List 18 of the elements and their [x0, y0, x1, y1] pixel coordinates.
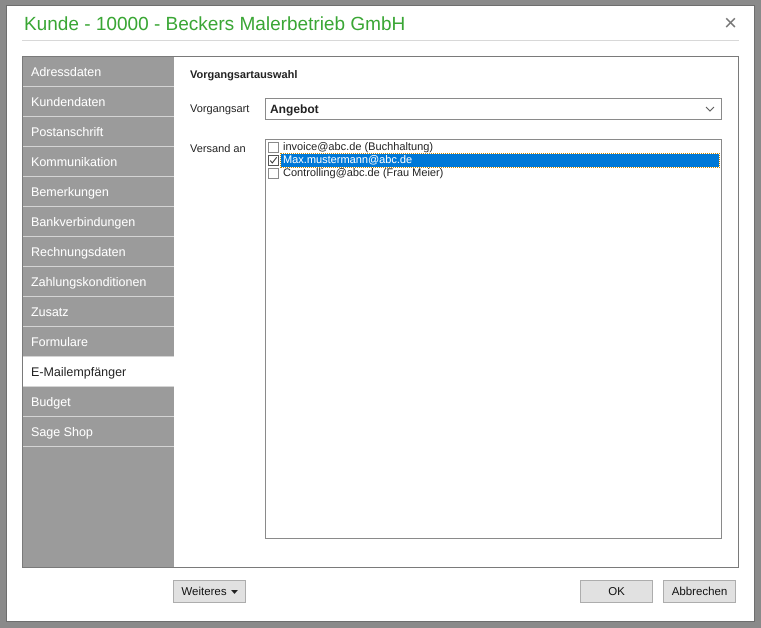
close-button[interactable]: × [722, 10, 739, 36]
checkbox[interactable] [268, 155, 279, 166]
field-label: Versand an [190, 142, 247, 155]
chevron-down-icon [705, 106, 715, 112]
dropdown-field[interactable]: Angebot [265, 98, 722, 120]
sidebar-item[interactable]: E-Mailempfänger [23, 357, 174, 387]
window-title: Kunde - 10000 - Beckers Malerbetrieb GmbH [23, 13, 406, 36]
recipient-item[interactable]: Controlling@abc.de (Frau Meier) [281, 167, 719, 180]
section-title: Vorgangsartauswahl [190, 69, 298, 81]
caret-icon [230, 590, 238, 594]
checkbox[interactable] [268, 142, 279, 153]
recipient-item[interactable]: Max.mustermann@abc.de [281, 154, 719, 167]
ok-button[interactable]: OK [580, 580, 653, 603]
cancel-button[interactable]: Abbrechen [663, 580, 736, 603]
field-label: Vorgangsart [190, 103, 250, 115]
checkbox[interactable] [268, 168, 279, 179]
recipient-item[interactable]: invoice@abc.de (Buchhaltung) [281, 141, 719, 154]
more-button[interactable]: Weiteres [173, 580, 246, 603]
